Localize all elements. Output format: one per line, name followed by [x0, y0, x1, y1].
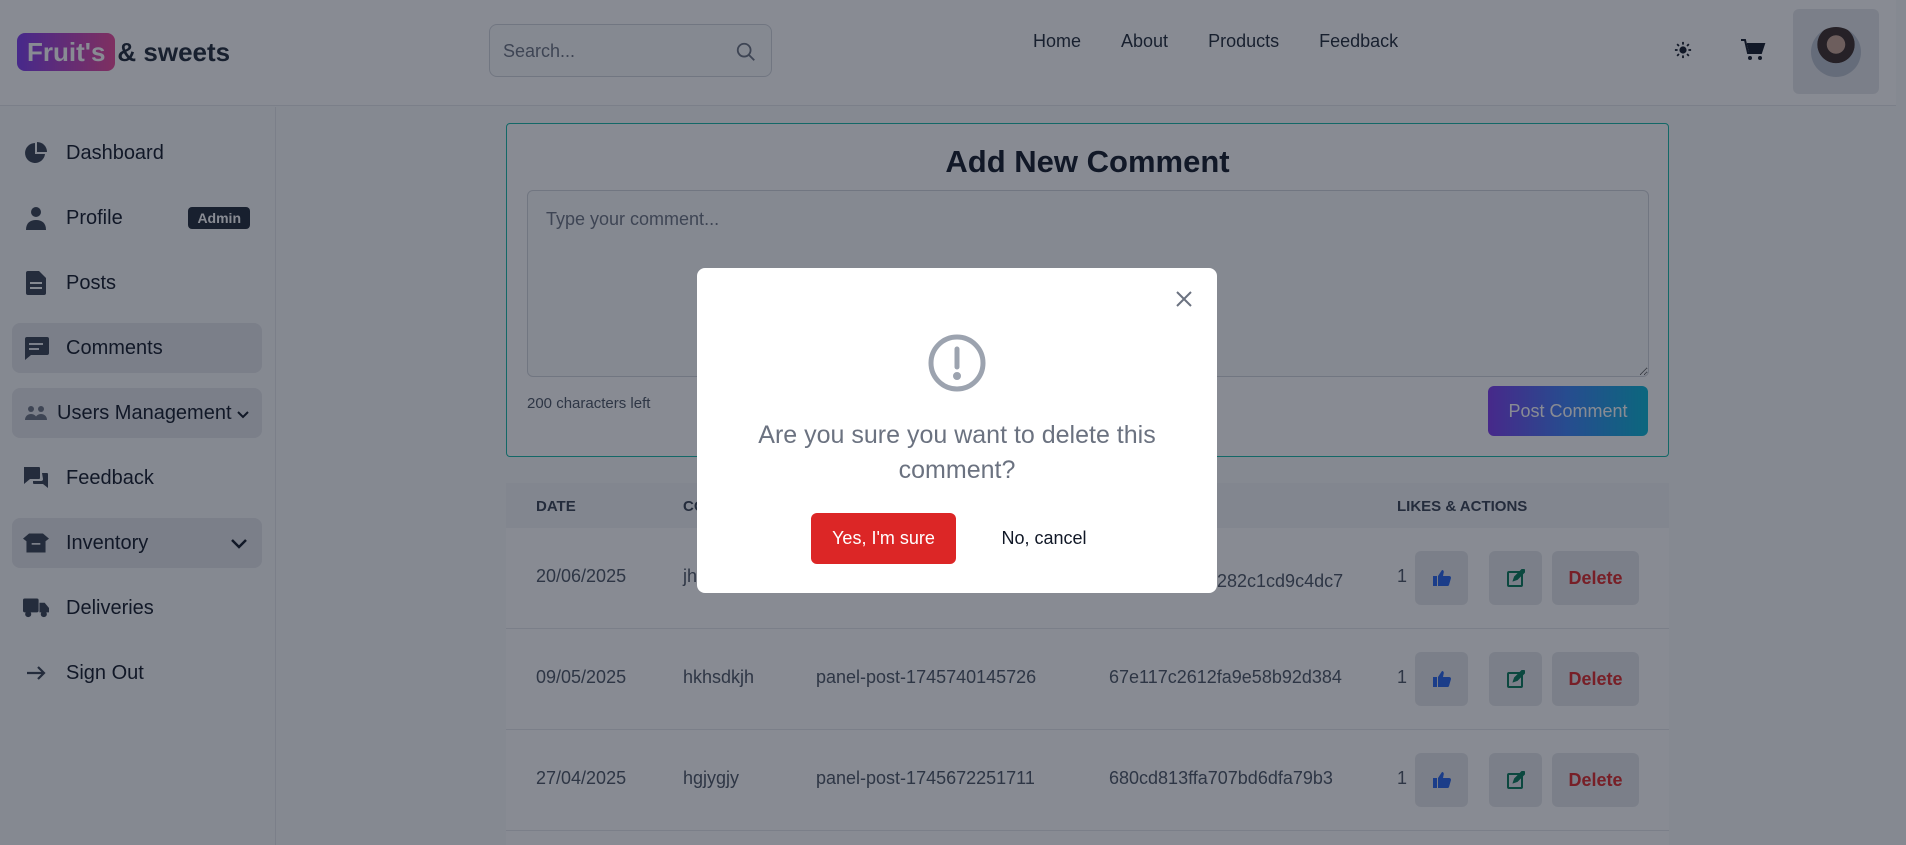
exclamation-circle-icon	[928, 334, 986, 392]
delete-confirm-modal: Are you sure you want to delete this com…	[697, 268, 1217, 593]
confirm-delete-button[interactable]: Yes, I'm sure	[811, 513, 956, 564]
close-icon[interactable]	[1174, 289, 1194, 309]
cancel-button[interactable]: No, cancel	[979, 513, 1109, 564]
modal-message: Are you sure you want to delete this com…	[758, 421, 1156, 484]
